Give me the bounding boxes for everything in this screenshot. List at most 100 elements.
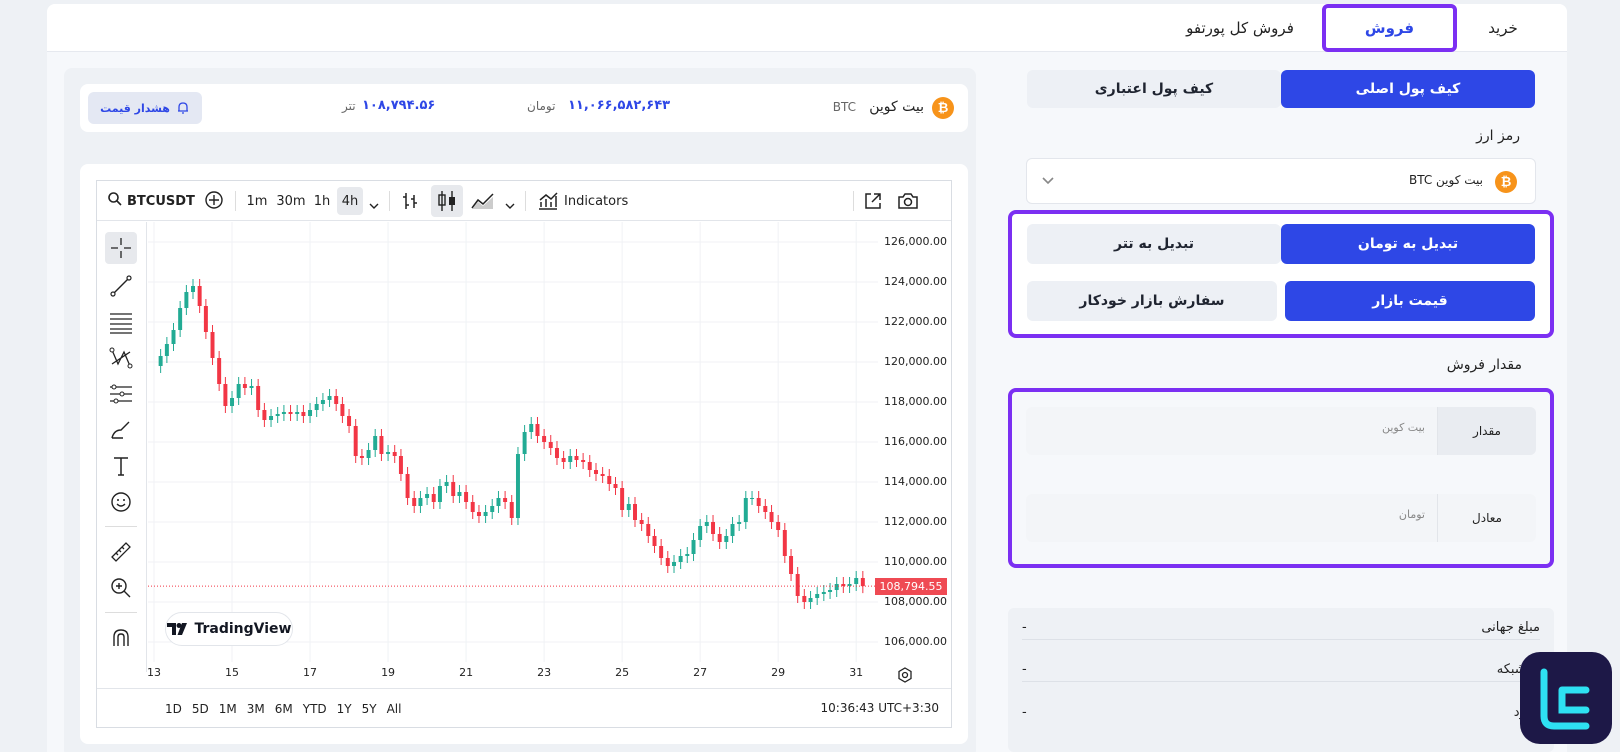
range-button[interactable]: 1M <box>219 702 237 716</box>
brand-logo <box>1520 652 1612 744</box>
camera-snapshot-icon[interactable] <box>897 191 919 215</box>
search-icon[interactable] <box>107 191 123 211</box>
equivalent-placeholder: تومان <box>1398 508 1425 521</box>
candle <box>373 436 378 450</box>
interval-1h[interactable]: 1h <box>311 187 333 215</box>
range-button[interactable]: 1Y <box>337 702 352 716</box>
candle <box>568 456 573 462</box>
indicators-icon[interactable] <box>537 191 559 215</box>
range-button[interactable]: All <box>387 702 402 716</box>
convert-to-toman-button[interactable]: تبدیل به تومان <box>1281 224 1535 264</box>
interval-30m[interactable]: 30m <box>275 187 307 215</box>
info-row-network: ی شبکه - <box>1022 658 1540 682</box>
currency-select-value: بیت کوین BTC <box>1408 173 1483 187</box>
range-button[interactable]: YTD <box>303 702 327 716</box>
crosshair-icon[interactable] <box>105 232 137 264</box>
candle <box>542 436 547 442</box>
candle <box>281 412 286 414</box>
ticker-bar: ₿ بیت کوین BTC ۱۱,۰۶۶,۵۸۲,۶۴۳ تومان ۱۰۸,… <box>80 84 968 132</box>
magnet-icon[interactable] <box>105 622 137 654</box>
tab-buy[interactable]: خرید <box>1468 4 1538 52</box>
candle <box>301 412 306 416</box>
candle <box>203 306 208 332</box>
candle <box>470 502 475 512</box>
currency-select[interactable]: بیت کوین BTC ₿ <box>1026 158 1536 204</box>
candle <box>678 556 683 562</box>
tether-price: ۱۰۸,۷۹۴.۵۶ <box>362 98 436 113</box>
candle <box>379 436 384 454</box>
bar-chart-type-icon[interactable] <box>401 191 419 215</box>
convert-to-tether-button[interactable]: تبدیل به تتر <box>1027 224 1281 264</box>
main-wallet-button[interactable]: کیف پول اصلی <box>1281 70 1535 108</box>
candle <box>828 590 833 592</box>
zoom-in-icon[interactable] <box>105 572 137 604</box>
candle <box>392 452 397 456</box>
tradingview-watermark[interactable]: TradingView <box>165 612 293 646</box>
emoji-icon[interactable] <box>105 486 137 518</box>
range-button[interactable]: 5D <box>192 702 209 716</box>
chevron-down-icon[interactable] <box>369 195 379 214</box>
tab-sell-all-portfolio[interactable]: فروش کل پورتفو <box>1170 4 1310 52</box>
candle <box>815 594 820 598</box>
candle <box>171 330 176 344</box>
time-tick-label: 31 <box>849 666 864 679</box>
candle <box>633 504 637 520</box>
ruler-icon[interactable] <box>105 536 137 568</box>
interval-1m[interactable]: 1m <box>245 187 269 215</box>
price-alert-button[interactable]: هشدار قیمت <box>88 92 202 124</box>
candle-chart-type-icon[interactable] <box>431 185 463 217</box>
candle <box>607 476 612 484</box>
range-button[interactable]: 3M <box>247 702 265 716</box>
candle <box>711 522 716 534</box>
candle <box>750 498 755 499</box>
candle <box>425 494 430 498</box>
chevron-down-icon[interactable] <box>505 195 515 214</box>
candle <box>320 400 325 404</box>
candle <box>698 526 703 540</box>
candle <box>405 474 410 498</box>
candle <box>561 458 566 462</box>
auto-market-order-button[interactable]: سفارش بازار خودکار <box>1027 281 1277 321</box>
time-tick-label: 27 <box>693 666 708 679</box>
credit-wallet-button[interactable]: کیف پول اعتباری <box>1027 70 1281 108</box>
qty-field[interactable]: بیت کوین مقدار <box>1026 407 1536 455</box>
text-tool-icon[interactable] <box>105 450 137 482</box>
candle <box>334 396 339 404</box>
fullscreen-external-icon[interactable] <box>863 191 883 215</box>
area-chart-type-icon[interactable] <box>471 191 495 215</box>
candle <box>164 344 169 356</box>
market-price-button[interactable]: قیمت بازار <box>1285 281 1535 321</box>
indicators-button[interactable]: Indicators <box>564 187 628 215</box>
chart-clock: 10:36:43 UTC+3:30 <box>820 701 940 715</box>
axis-settings-icon[interactable] <box>897 667 913 687</box>
candle <box>359 456 364 458</box>
equivalent-field[interactable]: تومان معادل <box>1026 494 1536 542</box>
price-tick-label: 126,000.00 <box>884 235 947 248</box>
candle <box>236 384 241 398</box>
compare-add-icon[interactable] <box>204 190 224 214</box>
candle <box>795 574 800 596</box>
prediction-icon[interactable] <box>105 378 137 410</box>
price-axis: 126,000.00 124,000.00 122,000.00 120,000.00… <box>878 222 950 662</box>
trend-line-icon[interactable] <box>105 270 137 302</box>
brush-icon[interactable] <box>105 414 137 446</box>
range-button[interactable]: 5Y <box>362 702 377 716</box>
fib-lines-icon[interactable] <box>105 306 137 338</box>
candle <box>685 554 690 556</box>
chart-toolbar: BTCUSDT 1m 30m 1h 4h Indicators <box>97 181 951 221</box>
range-button[interactable]: 6M <box>275 702 293 716</box>
range-button[interactable]: 1D <box>165 702 182 716</box>
candle <box>587 462 592 470</box>
currency-label: رمز ارز <box>1476 128 1520 144</box>
candle <box>158 356 163 366</box>
tab-sell[interactable]: فروش <box>1322 4 1457 52</box>
interval-4h[interactable]: 4h <box>337 187 363 215</box>
candle <box>197 286 202 306</box>
pattern-icon[interactable] <box>105 342 137 374</box>
equivalent-unit-label: معادل <box>1472 511 1502 525</box>
candle <box>451 482 456 496</box>
candle <box>529 424 534 432</box>
price-tick-label: 116,000.00 <box>884 435 947 448</box>
symbol-search-button[interactable]: BTCUSDT <box>127 187 195 215</box>
price-tick-label: 110,000.00 <box>884 555 947 568</box>
